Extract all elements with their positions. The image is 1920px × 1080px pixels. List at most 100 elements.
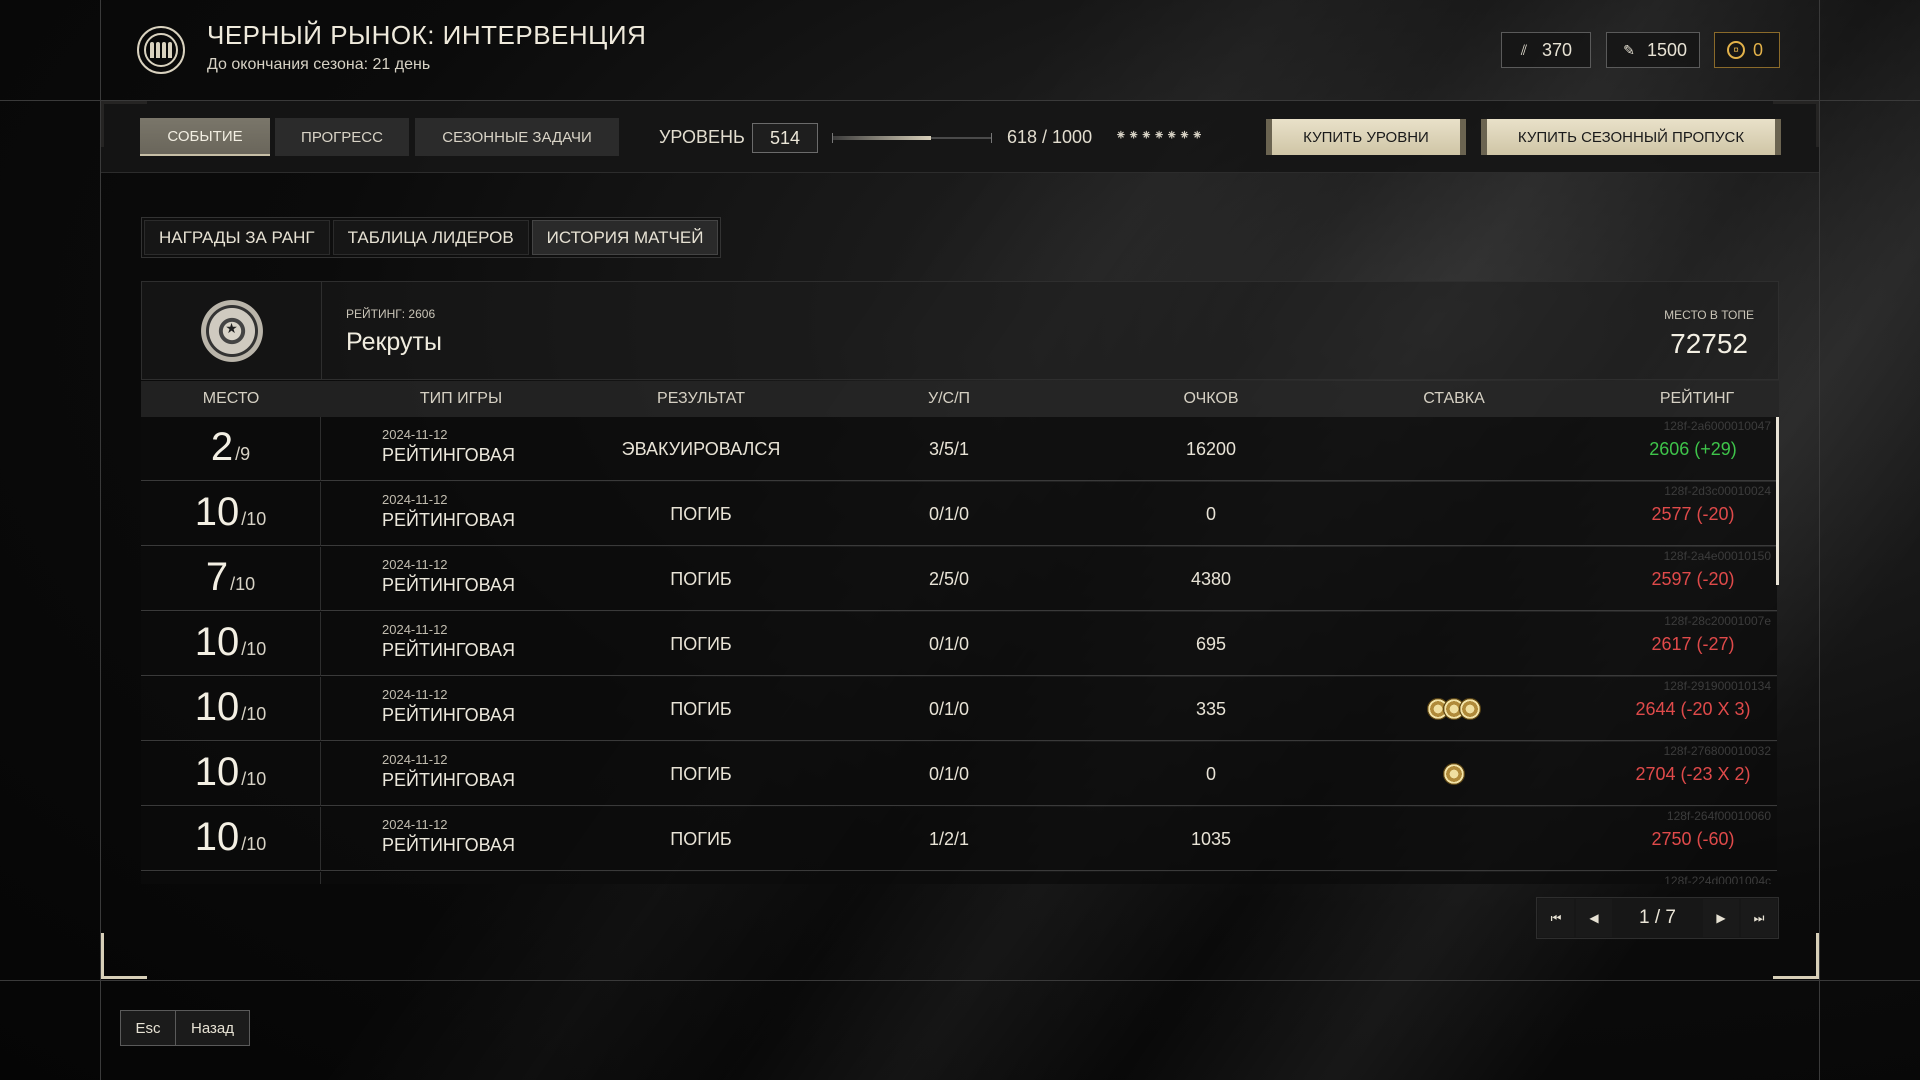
header: ЧЕРНЫЙ РЫНОК: ИНТЕРВЕНЦИЯ До окончания с… xyxy=(100,0,1820,100)
bet-cell xyxy=(1374,807,1534,871)
game-type: РЕЙТИНГОВАЯ xyxy=(382,445,516,465)
match-date: 2024-11-12 xyxy=(382,622,448,637)
subtab-match-history[interactable]: ИСТОРИЯ МАТЧЕЙ xyxy=(531,220,719,255)
place-cell xyxy=(141,872,321,884)
match-date: 2024-11-12 xyxy=(382,687,448,702)
currency-coins[interactable]: ¤ 0 xyxy=(1714,32,1780,68)
col-bet: СТАВКА xyxy=(1423,390,1485,407)
game-type: РЕЙТИНГОВАЯ xyxy=(382,770,516,790)
match-id: 128f-224d0001004c xyxy=(1664,874,1771,884)
top-place-label: МЕСТО В ТОПЕ xyxy=(1664,308,1754,322)
back-control[interactable]: Esc Назад xyxy=(120,1010,250,1046)
back-button[interactable]: Назад xyxy=(176,1011,249,1045)
bet-cell xyxy=(1374,547,1534,611)
col-ksa: У/С/П xyxy=(927,390,971,407)
bet-cell xyxy=(1374,417,1534,481)
pagination: ⏮ ◀ 1 / 7 ▶ ⏭ xyxy=(1536,897,1779,939)
bet-cell xyxy=(1374,482,1534,546)
bet-cell xyxy=(1374,872,1534,884)
frame-corner-br xyxy=(1773,933,1819,979)
match-id: 128f-28c20001007e xyxy=(1664,614,1771,628)
table-row[interactable]: 10/10 2024-11-12 РЕЙТИНГОВАЯ ПОГИБ 0/1/0 695 2… xyxy=(141,612,1777,676)
ksa-cell: 2/5/0 xyxy=(928,568,970,589)
frame-line-bottom xyxy=(0,980,1920,981)
top-place-value: 72752 xyxy=(1670,328,1748,359)
table-row[interactable]: 10/10 2024-11-12 РЕЙТИНГОВАЯ ПОГИБ 0/1/0 335 2… xyxy=(141,677,1777,741)
ksa-cell: 0/1/0 xyxy=(928,633,970,654)
bet-chip-icon xyxy=(1443,763,1465,785)
ksa-cell: 1/2/1 xyxy=(928,828,970,849)
place-total: /9 xyxy=(235,444,251,464)
place-value: 10 xyxy=(194,750,240,794)
last-page-button[interactable]: ⏭ xyxy=(1741,899,1777,937)
tab-progress[interactable]: ПРОГРЕСС xyxy=(275,118,409,156)
place-total: /10 xyxy=(241,769,267,789)
points-cell: 1035 xyxy=(1190,828,1232,849)
place-cell: 7/10 xyxy=(141,547,321,611)
table-row[interactable]: 10/10 2024-11-12 РЕЙТИНГОВАЯ ПОГИБ 1/2/1 1035… xyxy=(141,807,1777,871)
esc-key[interactable]: Esc xyxy=(121,1011,176,1045)
season-remaining: До окончания сезона: 21 день xyxy=(207,56,431,73)
game-type: РЕЙТИНГОВАЯ xyxy=(382,510,516,530)
table-row[interactable]: 7/10 2024-11-12 РЕЙТИНГОВАЯ ПОГИБ 2/5/0 4380 2… xyxy=(141,547,1777,611)
place-value: 10 xyxy=(194,815,240,859)
first-page-button[interactable]: ⏮ xyxy=(1538,899,1574,937)
game-type: РЕЙТИНГОВАЯ xyxy=(382,575,516,595)
currency-ammo[interactable]: ⫽ 370 xyxy=(1501,32,1591,68)
currency-tickets[interactable]: ✎ 1500 xyxy=(1606,32,1700,68)
buy-levels-button[interactable]: КУПИТЬ УРОВНИ xyxy=(1266,119,1466,155)
match-date: 2024-11-12 xyxy=(382,557,448,572)
col-points: ОЧКОВ xyxy=(1183,390,1239,407)
xp-text: 618 / 1000 xyxy=(1007,127,1093,147)
game-type: РЕЙТИНГОВАЯ xyxy=(382,640,516,660)
place-value: 10 xyxy=(194,620,240,664)
bet-cell xyxy=(1374,677,1534,741)
points-cell: 695 xyxy=(1195,633,1227,654)
season-toolbar: СОБЫТИЕ ПРОГРЕСС СЕЗОННЫЕ ЗАДАЧИ УРОВЕНЬ… xyxy=(101,101,1819,173)
subtab-rank-rewards[interactable]: НАГРАДЫ ЗА РАНГ xyxy=(144,220,330,255)
place-value: 10 xyxy=(194,685,240,729)
table-row[interactable]: 10/10 2024-11-12 РЕЙТИНГОВАЯ ПОГИБ 0/1/0 0 257… xyxy=(141,482,1777,546)
place-cell: 10/10 xyxy=(141,482,321,546)
level-stars: ⁕⁕⁕⁕⁕⁕⁕ xyxy=(1115,127,1205,143)
coin-currency-icon: ¤ xyxy=(1727,41,1745,59)
ksa-cell: 3/5/1 xyxy=(928,438,970,459)
place-cell: 10/10 xyxy=(141,742,321,806)
match-history-table[interactable]: 2/9 2024-11-12 РЕЙТИНГОВАЯ ЭВАКУИРОВАЛСЯ 3/5… xyxy=(141,417,1779,884)
match-date: 2024-11-12 xyxy=(382,492,448,507)
subtab-leaderboard[interactable]: ТАБЛИЦА ЛИДЕРОВ xyxy=(332,220,529,255)
subtabs: НАГРАДЫ ЗА РАНГ ТАБЛИЦА ЛИДЕРОВ ИСТОРИЯ … xyxy=(141,217,722,258)
rank-panel: РЕЙТИНГ: 2606 Рекруты МЕСТО В ТОПЕ 72752 xyxy=(141,281,1779,380)
place-total: /10 xyxy=(241,834,267,854)
buy-season-pass-button[interactable]: КУПИТЬ СЕЗОННЫЙ ПРОПУСК xyxy=(1481,119,1781,155)
page-title: ЧЕРНЫЙ РЫНОК: ИНТЕРВЕНЦИЯ xyxy=(207,20,647,50)
table-scrollbar[interactable] xyxy=(1776,417,1779,585)
place-cell: 10/10 xyxy=(141,807,321,871)
ksa-cell xyxy=(869,872,1029,884)
prev-page-button[interactable]: ◀ xyxy=(1576,899,1612,937)
frame-corner-bl xyxy=(101,933,147,979)
game-type: РЕЙТИНГОВАЯ xyxy=(382,835,516,855)
table-row[interactable]: 2/9 2024-11-12 РЕЙТИНГОВАЯ ЭВАКУИРОВАЛСЯ 3/5… xyxy=(141,417,1777,481)
tab-event[interactable]: СОБЫТИЕ xyxy=(140,118,270,156)
level-label: УРОВЕНЬ xyxy=(659,127,745,147)
rank-emblem-icon xyxy=(196,295,267,366)
result-cell: ПОГИБ xyxy=(670,568,732,589)
next-page-button[interactable]: ▶ xyxy=(1703,899,1739,937)
xp-progress-fill xyxy=(832,136,931,140)
match-id: 128f-2d3c00010024 xyxy=(1664,484,1771,498)
rating-label: РЕЙТИНГ: 2606 xyxy=(346,307,436,321)
points-cell xyxy=(1131,872,1291,884)
match-date: 2024-11-12 xyxy=(382,752,448,767)
place-cell: 2/9 xyxy=(141,417,321,481)
col-rating: РЕЙТИНГ xyxy=(1659,390,1735,407)
bet-cell xyxy=(1374,612,1534,676)
table-row[interactable]: 10/10 2024-11-12 РЕЙТИНГОВАЯ ПОГИБ 0/1/0 0 270… xyxy=(141,742,1777,806)
match-id: 128f-291900010134 xyxy=(1663,679,1771,693)
match-date: 2024-11-12 xyxy=(382,427,448,442)
xp-progress-bar xyxy=(832,133,992,143)
game-type: РЕЙТИНГОВАЯ xyxy=(382,705,516,725)
table-row[interactable]: 128f-224d0001004c xyxy=(141,872,1777,884)
ammo-logo-icon xyxy=(137,26,185,74)
tab-season-tasks[interactable]: СЕЗОННЫЕ ЗАДАЧИ xyxy=(415,118,619,156)
